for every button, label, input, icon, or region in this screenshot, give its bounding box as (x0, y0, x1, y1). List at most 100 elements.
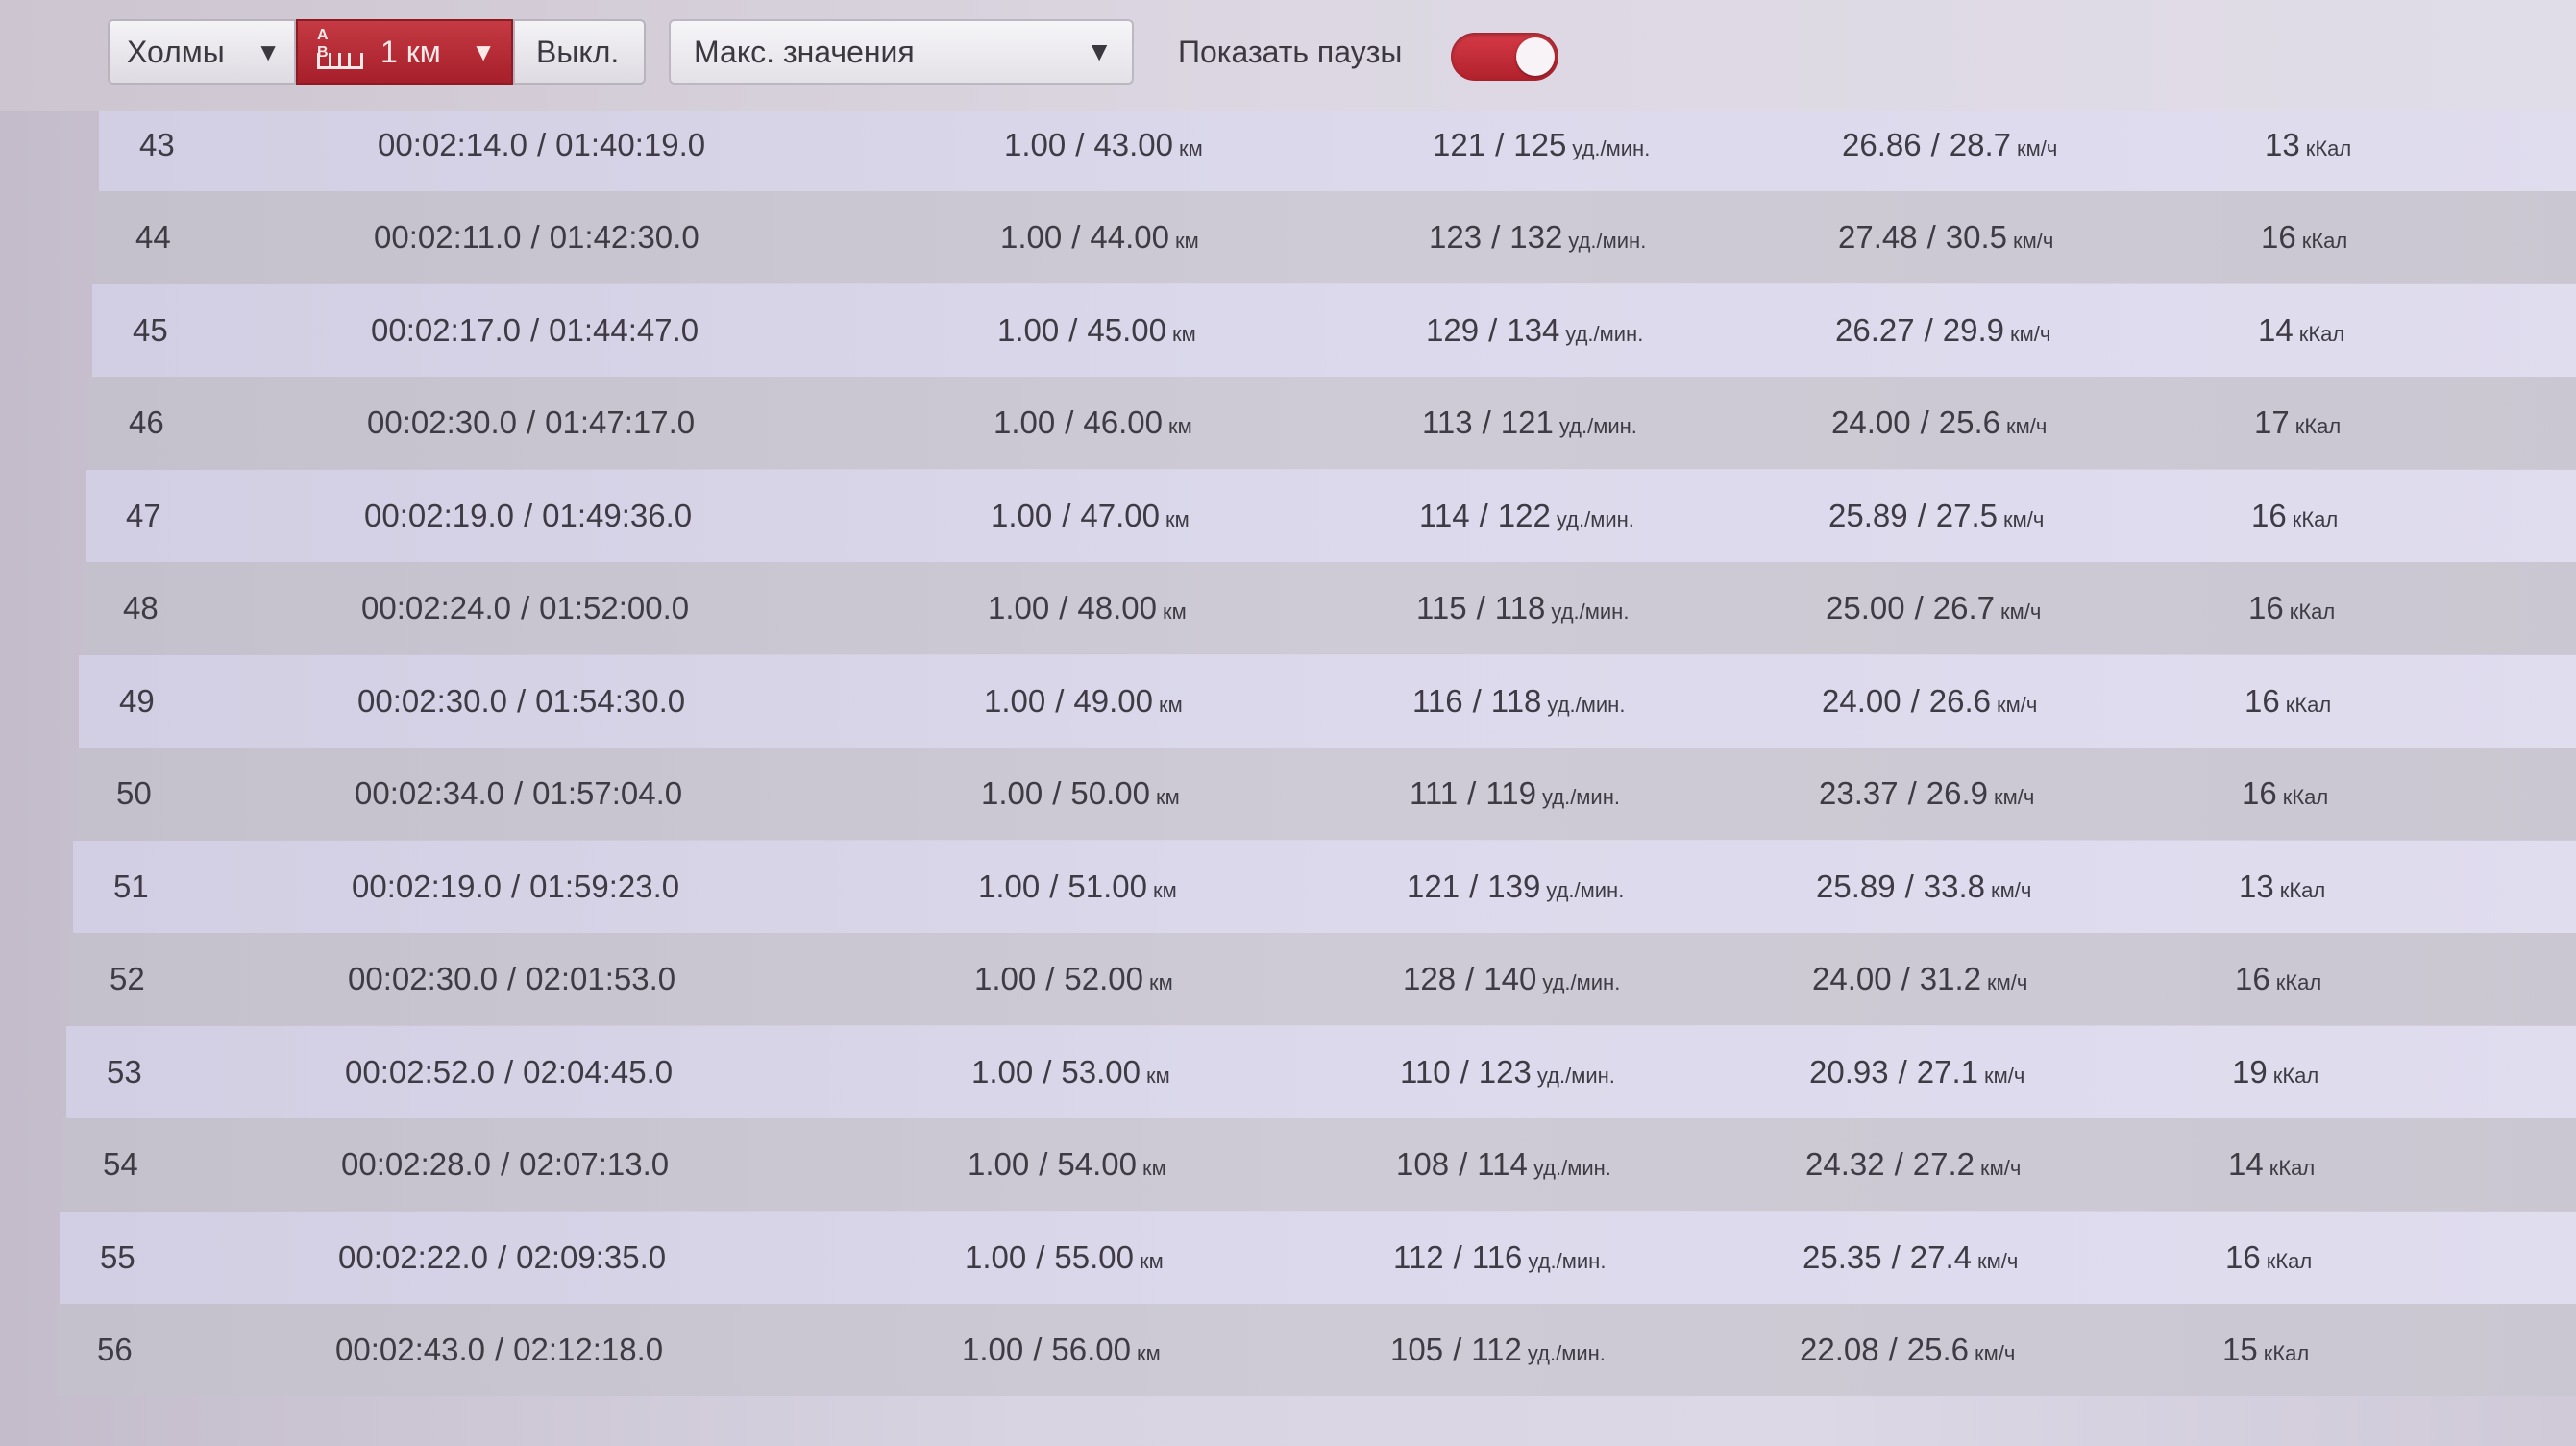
lap-heart-rate: 108/114 уд./мин. (1396, 1146, 1611, 1182)
table-row[interactable]: 43 00:02:14.0/01:40:19.0 1.00/43.00 км 121/1… (99, 98, 2576, 191)
lap-heart-rate: 110/123 уд./мин. (1400, 1053, 1615, 1090)
terrain-dropdown[interactable]: Холмы ▼ (108, 19, 296, 85)
lap-distance: 1.00/49.00 км (984, 682, 1183, 719)
lap-heart-rate: 105/112 уд./мин. (1390, 1332, 1606, 1367)
lap-speed: 24.00/26.6 км/ч (1822, 682, 2038, 719)
lap-time: 00:02:24.0/01:52:00.0 (361, 590, 690, 625)
lap-time: 00:02:30.0/01:47:17.0 (367, 404, 696, 440)
lap-time: 00:02:34.0/01:57:04.0 (355, 775, 683, 811)
table-row[interactable]: 56 00:02:43.0/02:12:18.0 1.00/56.00 км 105/1… (57, 1304, 2576, 1396)
lap-speed: 24.00/31.2 км/ч (1812, 961, 2028, 996)
off-label: Выкл. (536, 34, 620, 69)
dropdown-arrow-icon: ▼ (256, 37, 281, 66)
table-row[interactable]: 52 00:02:30.0/02:01:53.0 1.00/52.00 км 128/1… (69, 933, 2576, 1025)
lap-heart-rate: 116/118 уд./мин. (1412, 682, 1626, 719)
lap-calories: 16кКал (2251, 497, 2339, 533)
lap-calories: 19 кКал (2232, 1053, 2319, 1090)
lap-calories: 17 кКал (2254, 404, 2342, 440)
lap-distance: 1.00/52.00 км (974, 961, 1173, 996)
lap-distance: 1.00/46.00 км (994, 404, 1192, 440)
dropdown-arrow-icon: ▼ (1086, 37, 1113, 66)
lap-time: 00:02:14.0/01:40:19.0 (378, 126, 706, 162)
lap-distance: 1.00/54.00 км (968, 1146, 1166, 1182)
lap-time: 00:02:17.0/01:44:47.0 (371, 311, 699, 348)
lap-distance: 1.00/44.00 км (1000, 219, 1199, 255)
lap-speed: 20.93/27.1 км/ч (1809, 1053, 2025, 1090)
lap-number: 48 (123, 590, 159, 625)
lap-speed: 24.00/25.6 км/ч (1831, 404, 2048, 440)
lap-time: 00:02:28.0/02:07:13.0 (341, 1146, 670, 1182)
lap-speed: 23.37/26.9 км/ч (1819, 775, 2035, 811)
lap-distance: 1.00/45.00 км (997, 311, 1196, 348)
lap-distance: 1.00/56.00 км (962, 1332, 1161, 1367)
lap-number: 55 (100, 1238, 135, 1275)
lap-calories: 15 кКал (2222, 1332, 2310, 1367)
lap-number: 52 (110, 961, 145, 996)
lap-heart-rate: 128/140 уд./мин. (1403, 961, 1621, 996)
laps-screen: Холмы ▼ A B 1 км ▼ Выкл. Макс. значения … (0, 0, 2576, 1446)
show-pauses-label: Показать паузы (1178, 35, 1403, 69)
lap-number: 50 (116, 775, 152, 811)
dropdown-arrow-icon: ▼ (471, 37, 496, 66)
table-row[interactable]: 51 00:02:19.0/01:59:23.0 1.00/51.00 км 121/1… (73, 840, 2576, 933)
lap-number: 54 (103, 1146, 138, 1182)
table-row[interactable]: 53 00:02:52.0/02:04:45.0 1.00/53.00 км 110/1… (66, 1025, 2576, 1118)
lap-number: 47 (126, 497, 161, 533)
table-row[interactable]: 54 00:02:28.0/02:07:13.0 1.00/54.00 км 108/1… (62, 1118, 2576, 1211)
lap-number: 56 (97, 1332, 133, 1367)
lap-heart-rate: 111/119 уд./мин. (1410, 775, 1620, 811)
lap-distance: 1.00/48.00 км (988, 590, 1187, 625)
lap-number: 53 (107, 1053, 142, 1090)
table-row[interactable]: 46 00:02:30.0/01:47:17.0 1.00/46.00 км 113/1… (88, 377, 2576, 469)
table-row[interactable]: 47 00:02:19.0/01:49:36.0 1.00/47.00 км 114/1… (86, 469, 2576, 562)
table-row[interactable]: 49 00:02:30.0/01:54:30.0 1.00/49.00 км 116/1… (79, 654, 2576, 748)
lap-calories: 13 кКал (2239, 868, 2326, 904)
lap-speed: 25.89/27.5 км/ч (1828, 497, 2045, 533)
lap-time: 00:02:43.0/02:12:18.0 (335, 1332, 664, 1367)
toggle-knob (1516, 37, 1555, 76)
lap-speed: 25.35/27.4 км/ч (1803, 1238, 2019, 1275)
lap-time: 00:02:30.0/02:01:53.0 (348, 961, 676, 996)
lap-time: 00:02:22.0/02:09:35.0 (338, 1238, 667, 1275)
table-row[interactable]: 50 00:02:34.0/01:57:04.0 1.00/50.00 км 111/1… (76, 748, 2576, 840)
lap-heart-rate: 114/122 уд./мин. (1419, 497, 1634, 533)
show-pauses-toggle[interactable] (1451, 33, 1558, 81)
lap-speed: 25.89/33.8 км/ч (1816, 868, 2032, 904)
lap-speed: 22.08/25.6 км/ч (1800, 1332, 2016, 1367)
lap-heart-rate: 115/118 уд./мин. (1416, 590, 1630, 625)
lap-calories: 16кКал (2248, 590, 2336, 625)
lap-calories: 16кКал (2261, 219, 2348, 255)
lap-calories: 16кКал (2245, 682, 2332, 719)
lap-number: 46 (129, 404, 164, 440)
table-row[interactable]: 48 00:02:24.0/01:52:00.0 1.00/48.00 км 115/1… (83, 562, 2576, 654)
lap-calories: 14 кКал (2228, 1146, 2316, 1182)
lap-speed: 26.86/28.7 км/ч (1842, 126, 2058, 162)
lap-distance-dropdown[interactable]: A B 1 км ▼ (296, 19, 513, 85)
off-button[interactable]: Выкл. (513, 19, 646, 85)
lap-number: 45 (133, 311, 168, 348)
lap-heart-rate: 121/139 уд./мин. (1407, 868, 1625, 904)
table-row[interactable]: 45 00:02:17.0/01:44:47.0 1.00/45.00 км 129/1… (92, 283, 2576, 377)
lap-distance: 1.00/50.00 км (981, 775, 1180, 811)
lap-speed: 27.48/30.5 км/ч (1838, 219, 2054, 255)
lap-time: 00:02:52.0/02:04:45.0 (345, 1053, 674, 1090)
table-row[interactable]: 44 00:02:11.0/01:42:30.0 1.00/44.00 км 123/1… (95, 191, 2576, 283)
lap-time: 00:02:19.0/01:49:36.0 (364, 497, 693, 533)
lap-calories: 13 кКал (2265, 126, 2352, 162)
lap-calories: 16кКал (2235, 961, 2322, 996)
value-mode-dropdown[interactable]: Макс. значения ▼ (669, 19, 1134, 85)
lap-number: 49 (119, 682, 155, 719)
lap-speed: 24.32/27.2 км/ч (1805, 1146, 2022, 1182)
lap-time: 00:02:19.0/01:59:23.0 (352, 868, 680, 904)
lap-time: 00:02:30.0/01:54:30.0 (357, 682, 686, 719)
toolbar: Холмы ▼ A B 1 км ▼ Выкл. Макс. значения … (0, 0, 2576, 111)
lap-calories: 14 кКал (2258, 311, 2345, 348)
lap-distance: 1.00/53.00 км (971, 1053, 1170, 1090)
terrain-label: Холмы (127, 34, 225, 69)
ruler-icon: A B (317, 27, 363, 73)
lap-heart-rate: 121/125 уд./мин. (1433, 126, 1651, 162)
table-row[interactable]: 55 00:02:22.0/02:09:35.0 1.00/55.00 км 112/1… (60, 1211, 2576, 1304)
lap-distance: 1.00/47.00 км (991, 497, 1190, 533)
lap-calories: 16кКал (2225, 1238, 2313, 1275)
lap-speed: 26.27/29.9 км/ч (1835, 311, 2051, 348)
